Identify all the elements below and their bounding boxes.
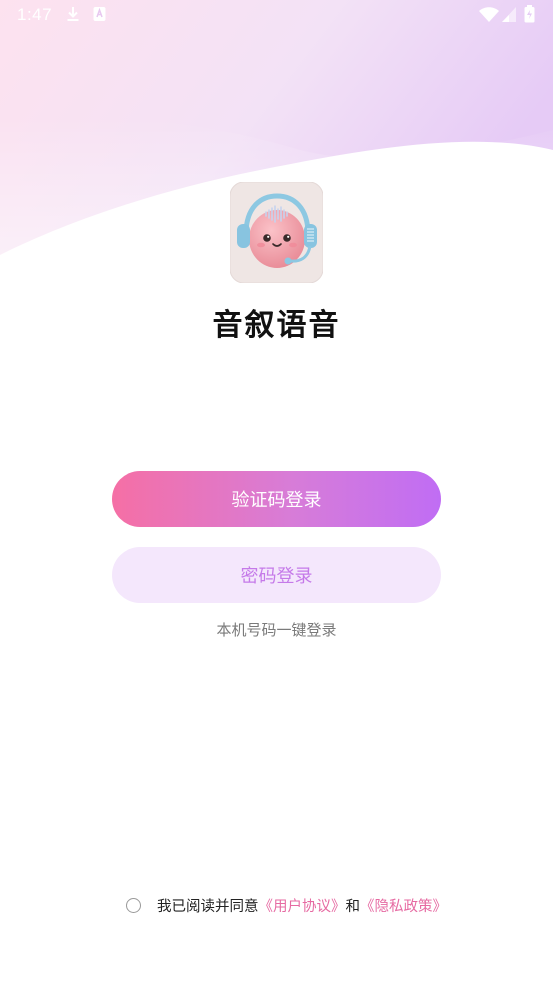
status-time: 1:47 (17, 5, 53, 24)
privacy-policy-link[interactable]: 《隐私政策》 (360, 895, 447, 916)
password-login-label: 密码登录 (240, 566, 313, 587)
code-login-button[interactable]: 验证码登录 (112, 471, 441, 527)
agreement-row: 我已阅读并同意 《用户协议》 和 《隐私政策》 (126, 894, 447, 916)
app-name: 音叙语音 (212, 308, 341, 343)
wifi-icon (479, 7, 499, 22)
one-key-login-link[interactable]: 本机号码一键登录 (0, 619, 553, 640)
agreement-and: 和 (345, 898, 361, 915)
user-agreement-link[interactable]: 《用户协议》 (259, 895, 346, 916)
app-notification-icon (93, 7, 106, 21)
download-icon (67, 7, 79, 21)
signal-icon (502, 7, 516, 22)
agreement-prefix: 我已阅读并同意 (157, 898, 259, 915)
app-logo-icon (230, 182, 323, 283)
password-login-button[interactable]: 密码登录 (112, 547, 441, 603)
agreement-checkbox[interactable] (126, 897, 141, 913)
status-bar: 1:47 (0, 0, 553, 30)
code-login-label: 验证码登录 (231, 490, 322, 511)
battery-icon (524, 5, 535, 23)
